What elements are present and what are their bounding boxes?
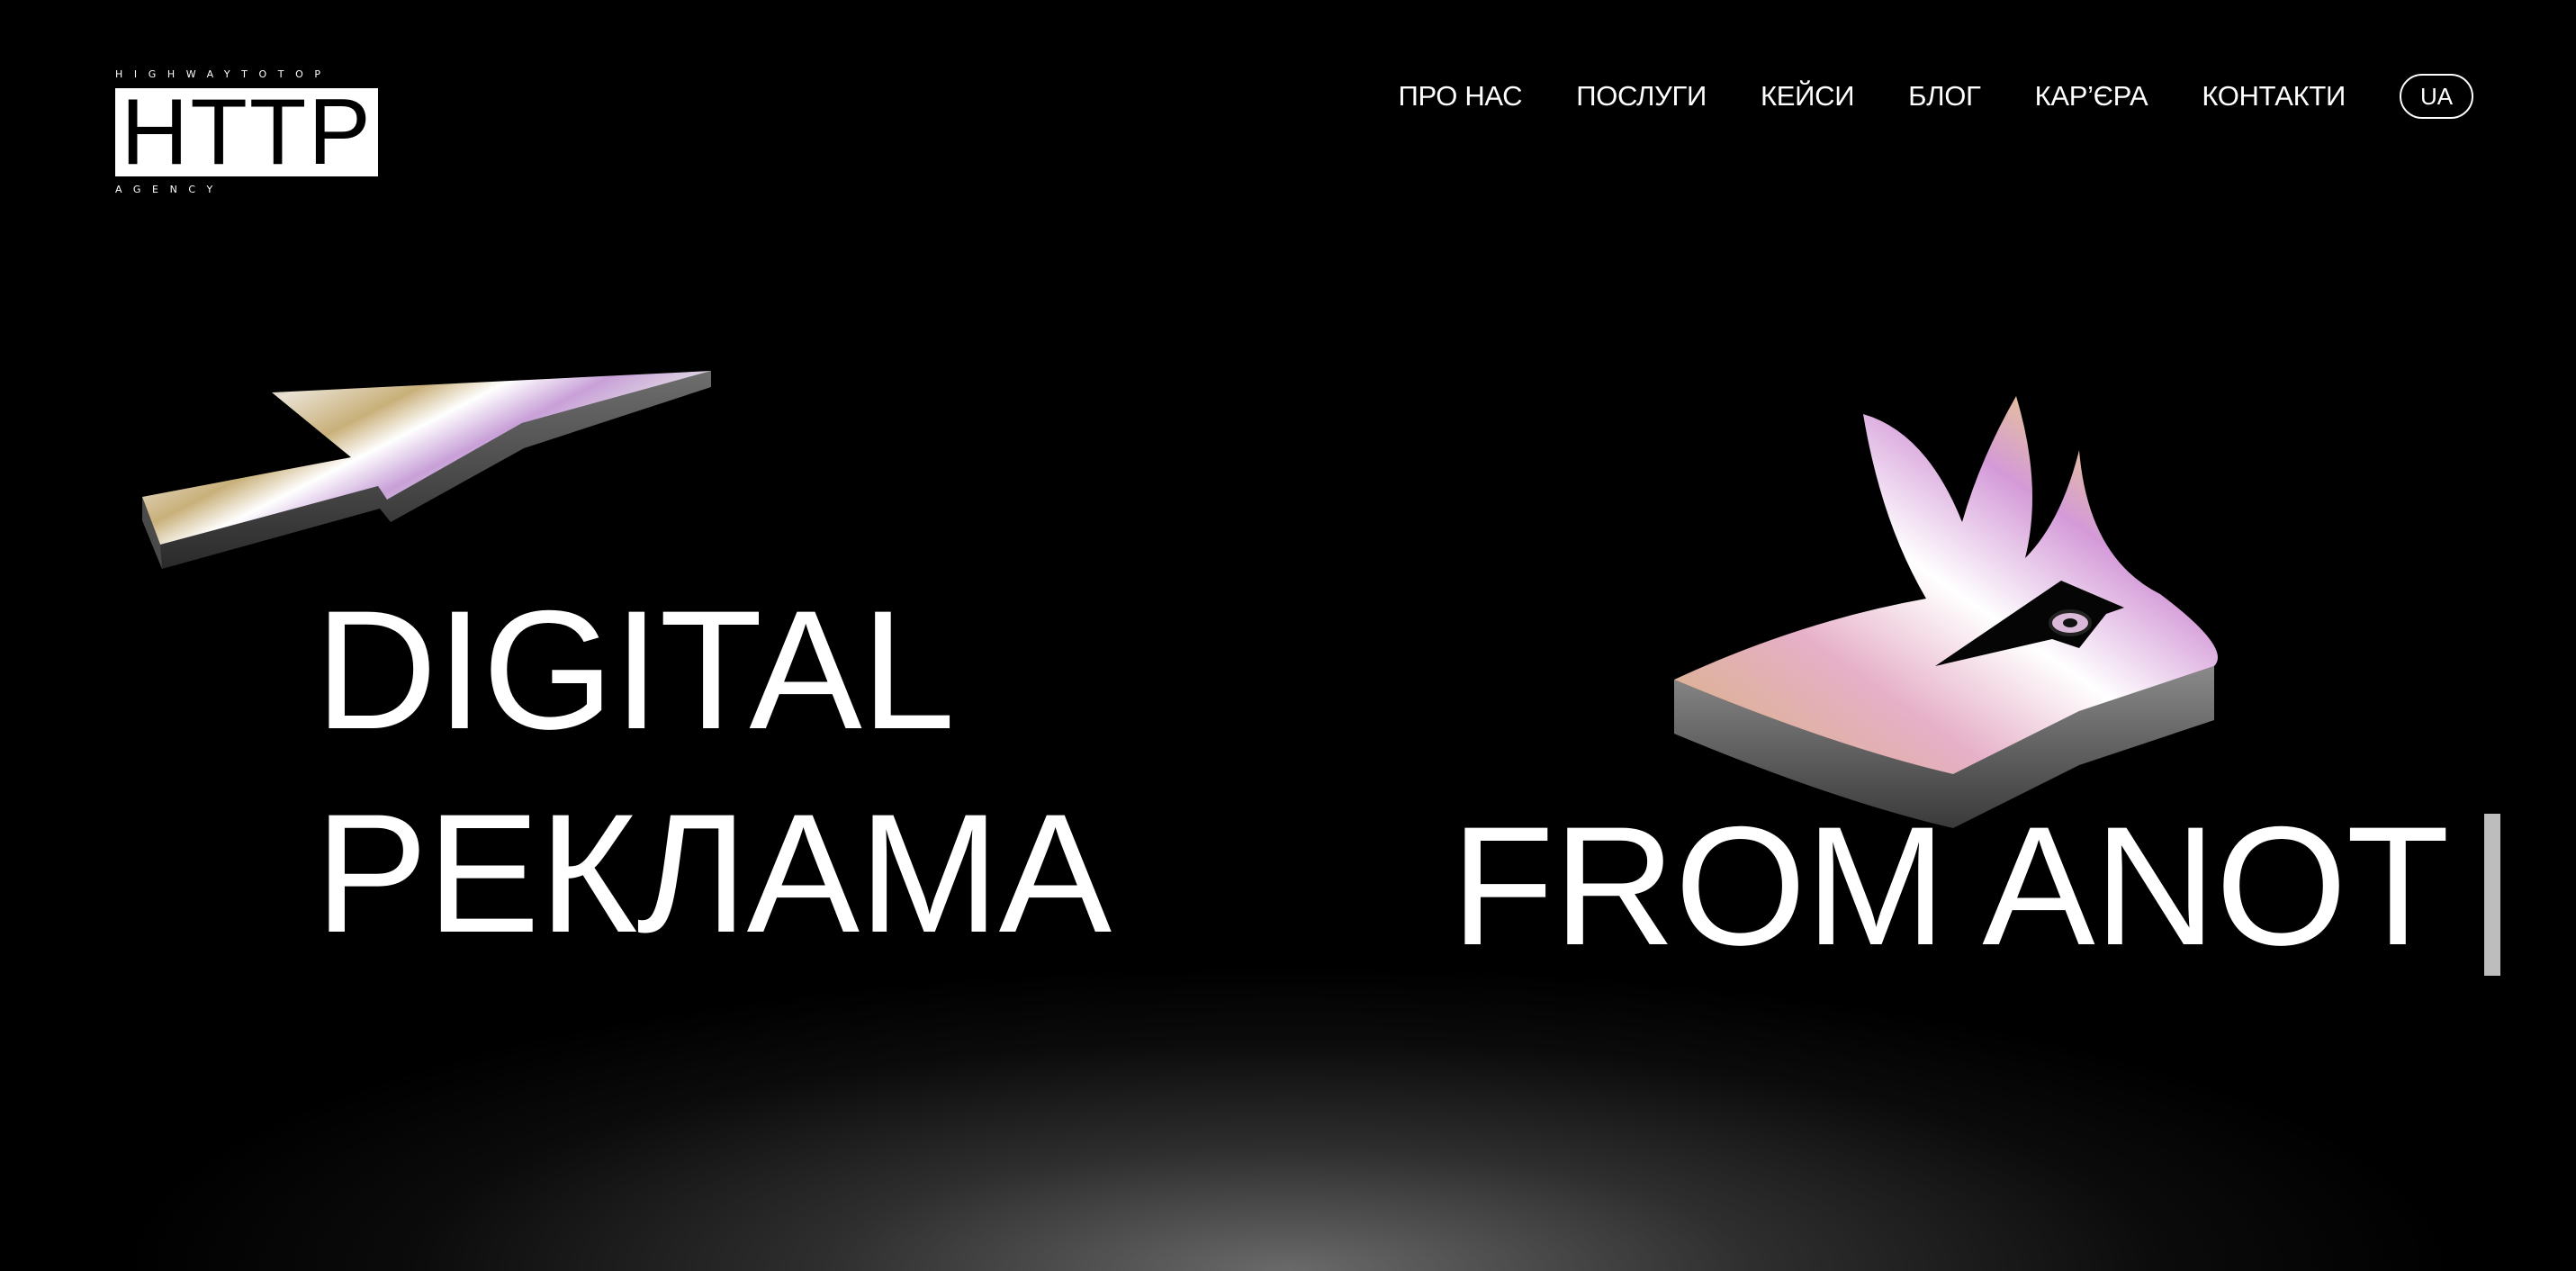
landing-page: HIGHWAYTOTOP HTTP AGENCY ПРО НАС ПОСЛУГИ…: [0, 0, 2576, 1271]
typing-caret: [2484, 814, 2500, 976]
main-nav: ПРО НАС ПОСЛУГИ КЕЙСИ БЛОГ КАР’ЄРА КОНТА…: [1399, 74, 2473, 119]
hero-typing-text: FROM ANOT: [1451, 791, 2450, 980]
nav-item-career[interactable]: КАР’ЄРА: [2035, 80, 2148, 113]
logo-tagline-bottom: AGENCY: [115, 184, 224, 195]
logo-wordmark: HTTP: [115, 88, 378, 176]
nav-item-services[interactable]: ПОСЛУГИ: [1576, 80, 1707, 113]
nav-item-about[interactable]: ПРО НАС: [1399, 80, 1523, 113]
language-switch-button[interactable]: UA: [2400, 74, 2473, 119]
flame-cursor-icon: [1674, 396, 2218, 828]
nav-item-contacts[interactable]: КОНТАКТИ: [2202, 80, 2346, 113]
agency-logo[interactable]: HIGHWAYTOTOP HTTP AGENCY: [115, 68, 378, 195]
nav-item-cases[interactable]: КЕЙСИ: [1761, 80, 1854, 113]
logo-tagline-top: HIGHWAYTOTOP: [115, 68, 332, 80]
hero-heading-line-1: DIGITAL: [315, 575, 955, 764]
nav-item-blog[interactable]: БЛОГ: [1908, 80, 1981, 113]
hero-heading-line-2: РЕКЛАМА: [315, 779, 1112, 968]
